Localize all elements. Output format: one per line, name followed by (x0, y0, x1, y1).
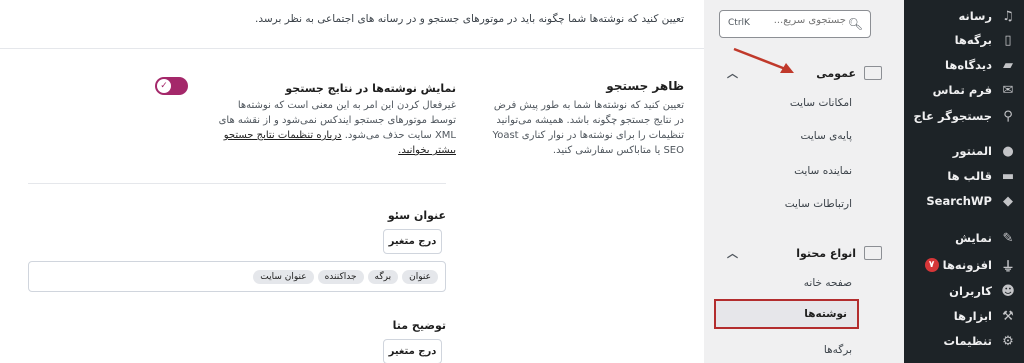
appearance-icon: ✎ (1002, 230, 1014, 246)
nav-group-label: انواع محتوا (796, 246, 856, 260)
menu-label: برگه‌ها (954, 33, 992, 47)
variable-tags: عنوان برگه جداکننده عنوان سایت (253, 270, 438, 284)
menu-item-tools[interactable]: ⚒ ابزارها (904, 303, 1024, 329)
intro-text: تعیین کنید که نوشته‌ها شما چگونه باید در… (255, 13, 684, 25)
check-icon: ✓ (157, 79, 171, 93)
searchwp-icon: ◆ (1003, 193, 1013, 209)
menu-item-searchwp[interactable]: ◆ SearchWP (904, 188, 1024, 214)
toggle-title: نمایش نوشته‌ها در نتایج جستجو (285, 82, 456, 95)
seo-title-label: عنوان سئو (387, 209, 446, 222)
nav-item-site-representation[interactable]: نماینده سایت (794, 165, 852, 177)
pages-icon: ▯ (1004, 32, 1012, 48)
search-icon: ⚲ (1003, 108, 1013, 124)
nav-item-site-features[interactable]: امکانات سایت (790, 97, 852, 109)
shortcut-hint: CtrlK (728, 18, 750, 28)
users-icon: ☻ (1001, 283, 1015, 299)
menu-item-settings[interactable]: ⚙ تنظیمات (904, 328, 1024, 354)
tools-icon: ⚒ (1002, 308, 1014, 324)
tag-title[interactable]: عنوان (402, 270, 438, 284)
quick-search[interactable]: 🔍︎ CtrlK (719, 10, 871, 38)
menu-label: کاربران (949, 284, 992, 298)
elementor-icon: ● (1002, 143, 1014, 159)
menu-item-plugins[interactable]: ⏚ افزونه‌ها ۷ (904, 252, 1024, 278)
menu-label: فرم تماس (932, 83, 992, 97)
toggle-description: غیرفعال کردن این امر به این معنی است که … (216, 98, 456, 158)
nav-group-label: عمومی (816, 66, 856, 80)
insert-variable-button-2[interactable]: درج متغیر (383, 339, 442, 363)
menu-item-comments[interactable]: ▰ دیدگاه‌ها (904, 52, 1024, 78)
annotation-arrow-icon (733, 47, 794, 73)
settings-icon: ⚙ (1002, 333, 1014, 349)
seo-title-field[interactable]: عنوان برگه جداکننده عنوان سایت (28, 261, 446, 292)
menu-item-media[interactable]: ♫ رسانه (904, 3, 1024, 29)
update-count-badge: ۷ (924, 258, 939, 272)
tag-page[interactable]: برگه (367, 270, 399, 284)
meta-description-label: توضیح متا (392, 319, 446, 332)
menu-label: SearchWP (926, 194, 992, 208)
menu-label: افزونه‌ها (942, 258, 992, 272)
nav-item-homepage[interactable]: صفحه خانه (804, 277, 852, 289)
intro-bar: تعیین کنید که نوشته‌ها شما چگونه باید در… (0, 0, 704, 49)
menu-item-elementor[interactable]: ● المنتور (904, 138, 1024, 164)
menu-label: نمایش (955, 231, 992, 245)
menu-label: تنظیمات (943, 334, 993, 348)
nav-item-site-basics[interactable]: پایه‌ی سایت (801, 130, 852, 142)
plugins-icon: ⏚ (1001, 259, 1015, 275)
nav-item-pages[interactable]: برگه‌ها (824, 344, 852, 356)
tag-separator[interactable]: جداکننده (317, 270, 364, 284)
menu-label: المنتور (952, 144, 992, 158)
menu-item-appearance[interactable]: ✎ نمایش (904, 225, 1024, 251)
tag-site-title[interactable]: عنوان سایت (253, 270, 314, 284)
menu-label: قالب ها (947, 169, 992, 183)
show-in-search-toggle[interactable]: ✓ (155, 77, 188, 95)
menu-label: دیدگاه‌ها (945, 58, 992, 72)
menu-item-ivory-search[interactable]: ⚲ جستجوگر عاج (904, 103, 1024, 129)
main-panel: تعیین کنید که نوشته‌ها شما چگونه باید در… (0, 0, 704, 363)
menu-item-templates[interactable]: ▬ قالب ها (904, 163, 1024, 189)
insert-variable-button[interactable]: درج متغیر (383, 229, 442, 254)
menu-label: ابزارها (953, 309, 992, 323)
menu-item-users[interactable]: ☻ کاربران (904, 278, 1024, 304)
wp-admin-menu: ♫ رسانه ▯ برگه‌ها ▰ دیدگاه‌ها ✉ فرم تماس… (904, 0, 1024, 363)
folder-icon: ▬ (1001, 168, 1015, 184)
section-title: ظاهر جستجو (606, 79, 684, 93)
menu-item-contact-form[interactable]: ✉ فرم تماس (904, 77, 1024, 103)
nav-item-posts-label: نوشته‌ها (804, 308, 847, 320)
content-types-icon (864, 246, 882, 260)
quick-search-input[interactable] (766, 15, 846, 26)
divider (28, 183, 446, 184)
nav-item-posts[interactable]: نوشته‌ها (714, 299, 859, 329)
search-icon: 🔍︎ (847, 17, 863, 31)
mail-icon: ✉ (1002, 82, 1014, 98)
menu-label: رسانه (958, 9, 992, 23)
nav-item-site-connections[interactable]: ارتباطات سایت (785, 198, 852, 210)
section-description: تعیین کنید که نوشته‌ها شما به طور پیش فر… (492, 100, 684, 156)
comments-icon: ▰ (1003, 57, 1013, 73)
chevron-up-icon: ︿ (727, 247, 738, 260)
media-icon: ♫ (1002, 8, 1014, 24)
nav-group-content-types[interactable]: انواع محتوا ︿ (717, 240, 882, 266)
menu-label: جستجوگر عاج (913, 109, 993, 123)
monitor-icon (864, 66, 882, 80)
menu-item-pages[interactable]: ▯ برگه‌ها (904, 27, 1024, 53)
